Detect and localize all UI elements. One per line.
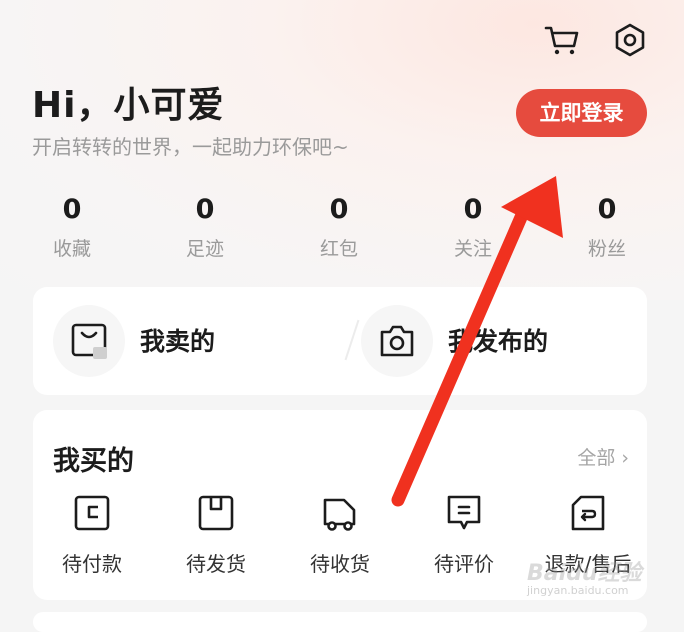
stat-label: 收藏	[52, 238, 91, 260]
comment-icon	[447, 495, 481, 530]
greeting-title: Hi，小可爱	[32, 85, 225, 126]
stat-value: 0	[329, 194, 349, 225]
order-label: 待评价	[434, 552, 494, 576]
stat-following[interactable]: 0 关注	[428, 194, 518, 261]
order-pending-receipt[interactable]: 待收货	[285, 488, 395, 577]
stat-label: 关注	[453, 238, 492, 260]
shop-bag-icon	[71, 323, 107, 359]
wallet-icon	[74, 495, 110, 531]
package-icon	[198, 495, 234, 531]
my-published-label: 我发布的	[448, 327, 549, 356]
watermark-logo: Baidu经验	[527, 561, 642, 586]
greeting-subtitle: 开启转转的世界，一起助力环保吧~	[32, 135, 349, 159]
my-bought-title: 我买的	[53, 446, 134, 477]
settings-icon	[615, 23, 645, 57]
order-pending-shipment[interactable]: 待发货	[161, 488, 271, 577]
stat-value: 0	[195, 194, 215, 225]
refund-icon	[571, 495, 605, 531]
sell-card: 我卖的 我发布的	[33, 287, 647, 395]
order-label: 待付款	[62, 552, 122, 576]
order-label: 待收货	[310, 552, 370, 576]
settings-button[interactable]	[610, 20, 650, 60]
next-card	[33, 612, 647, 632]
card-divider	[344, 319, 360, 361]
cart-icon	[544, 26, 579, 55]
stat-value: 0	[62, 194, 82, 225]
my-sold-icon-circle	[53, 305, 125, 377]
camera-icon	[380, 325, 414, 357]
watermark-url: jingyan.baidu.com	[527, 584, 629, 597]
stat-label: 红包	[319, 238, 358, 260]
stat-label: 足迹	[185, 238, 224, 260]
cart-button[interactable]	[542, 20, 582, 60]
view-all-orders-link[interactable]: 全部 ›	[577, 443, 629, 470]
order-pending-review[interactable]: 待评价	[409, 488, 519, 577]
my-sold-label: 我卖的	[140, 327, 216, 356]
stat-favorites[interactable]: 0 收藏	[27, 194, 117, 261]
order-label: 待发货	[186, 552, 246, 576]
truck-icon	[323, 498, 356, 531]
login-button[interactable]: 立即登录	[516, 89, 647, 137]
my-published-icon-circle	[361, 305, 433, 377]
stat-fans[interactable]: 0 粉丝	[562, 194, 652, 261]
stat-label: 粉丝	[587, 238, 626, 260]
stat-red-packets[interactable]: 0 红包	[294, 194, 384, 261]
stat-footprints[interactable]: 0 足迹	[160, 194, 250, 261]
stat-value: 0	[597, 194, 617, 225]
order-pending-payment[interactable]: 待付款	[37, 488, 147, 577]
stat-value: 0	[463, 194, 483, 225]
